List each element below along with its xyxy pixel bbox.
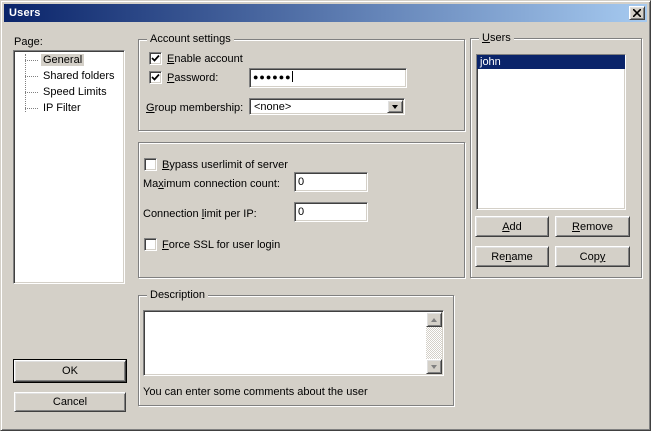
tree-item-speed-limits[interactable]: Speed Limits [15, 84, 123, 100]
page-tree: General Shared folders Speed Limits IP F… [13, 50, 125, 284]
tree-item-label: Speed Limits [41, 86, 109, 98]
page-label: Page: [14, 36, 43, 48]
description-hint: You can enter some comments about the us… [143, 386, 368, 398]
password-checkbox[interactable] [149, 71, 162, 84]
password-input[interactable]: ●●●●●● [249, 68, 407, 88]
scroll-down-button[interactable] [426, 359, 442, 374]
arrow-up-icon [431, 315, 437, 322]
add-button[interactable]: Add [475, 216, 549, 237]
group-membership-label: Group membership: [146, 102, 243, 114]
max-connection-count-input[interactable] [294, 172, 368, 192]
tree-item-label: IP Filter [41, 102, 83, 114]
cancel-button[interactable]: Cancel [14, 392, 126, 412]
close-button[interactable] [629, 6, 645, 20]
group-membership-dropdown-button[interactable] [387, 100, 403, 113]
titlebar[interactable]: Users [4, 4, 647, 22]
page-tree-inner: General Shared folders Speed Limits IP F… [15, 52, 123, 282]
scroll-up-button[interactable] [426, 312, 442, 327]
group-membership-value: <none> [254, 101, 291, 113]
description-scrollbar[interactable] [426, 312, 442, 374]
chevron-down-icon [392, 105, 398, 112]
user-list-item[interactable]: john [477, 55, 625, 69]
tree-item-ip-filter[interactable]: IP Filter [15, 100, 123, 116]
tree-item-label: General [41, 54, 84, 66]
arrow-down-icon [431, 365, 437, 372]
connection-limit-per-ip-label: Connection limit per IP: [143, 208, 257, 220]
tree-item-label: Shared folders [41, 70, 117, 82]
force-ssl-row: Force SSL for user login [144, 238, 280, 251]
tree-item-shared-folders[interactable]: Shared folders [15, 68, 123, 84]
connection-limit-per-ip-input[interactable] [294, 202, 368, 222]
description-textbox [143, 310, 444, 376]
description-title: Description [147, 289, 208, 301]
checkmark-icon [151, 54, 160, 63]
force-ssl-label: Force SSL for user login [162, 239, 280, 251]
close-icon [633, 9, 641, 17]
password-masked-value: ●●●●●● [253, 72, 292, 82]
force-ssl-checkbox[interactable] [144, 238, 157, 251]
enable-account-label: Enable account [167, 53, 243, 65]
group-membership-select[interactable]: <none> [249, 98, 405, 115]
users-group-title: Users [479, 32, 514, 44]
max-connection-count-label: Maximum connection count: [143, 178, 280, 190]
bypass-userlimit-label: Bypass userlimit of server [162, 159, 288, 171]
remove-button[interactable]: Remove [555, 216, 630, 237]
account-settings-title: Account settings [147, 33, 234, 45]
user-name: john [480, 56, 501, 68]
rename-button[interactable]: Rename [475, 246, 549, 267]
text-caret [292, 71, 293, 82]
window-title: Users [4, 7, 41, 19]
copy-button[interactable]: Copy [555, 246, 630, 267]
ok-button[interactable]: OK [14, 360, 126, 382]
password-label: Password: [167, 72, 218, 84]
enable-account-checkbox[interactable] [149, 52, 162, 65]
description-input[interactable] [145, 312, 426, 374]
enable-account-row: Enable account [149, 52, 243, 65]
tree-item-general[interactable]: General [15, 52, 123, 68]
password-row: Password: [149, 71, 218, 84]
users-dialog: Users Page: General Shared folders Speed… [0, 0, 651, 431]
bypass-userlimit-checkbox[interactable] [144, 158, 157, 171]
bypass-userlimit-row: Bypass userlimit of server [144, 158, 288, 171]
checkmark-icon [151, 73, 160, 82]
users-listbox[interactable]: john [476, 54, 626, 210]
